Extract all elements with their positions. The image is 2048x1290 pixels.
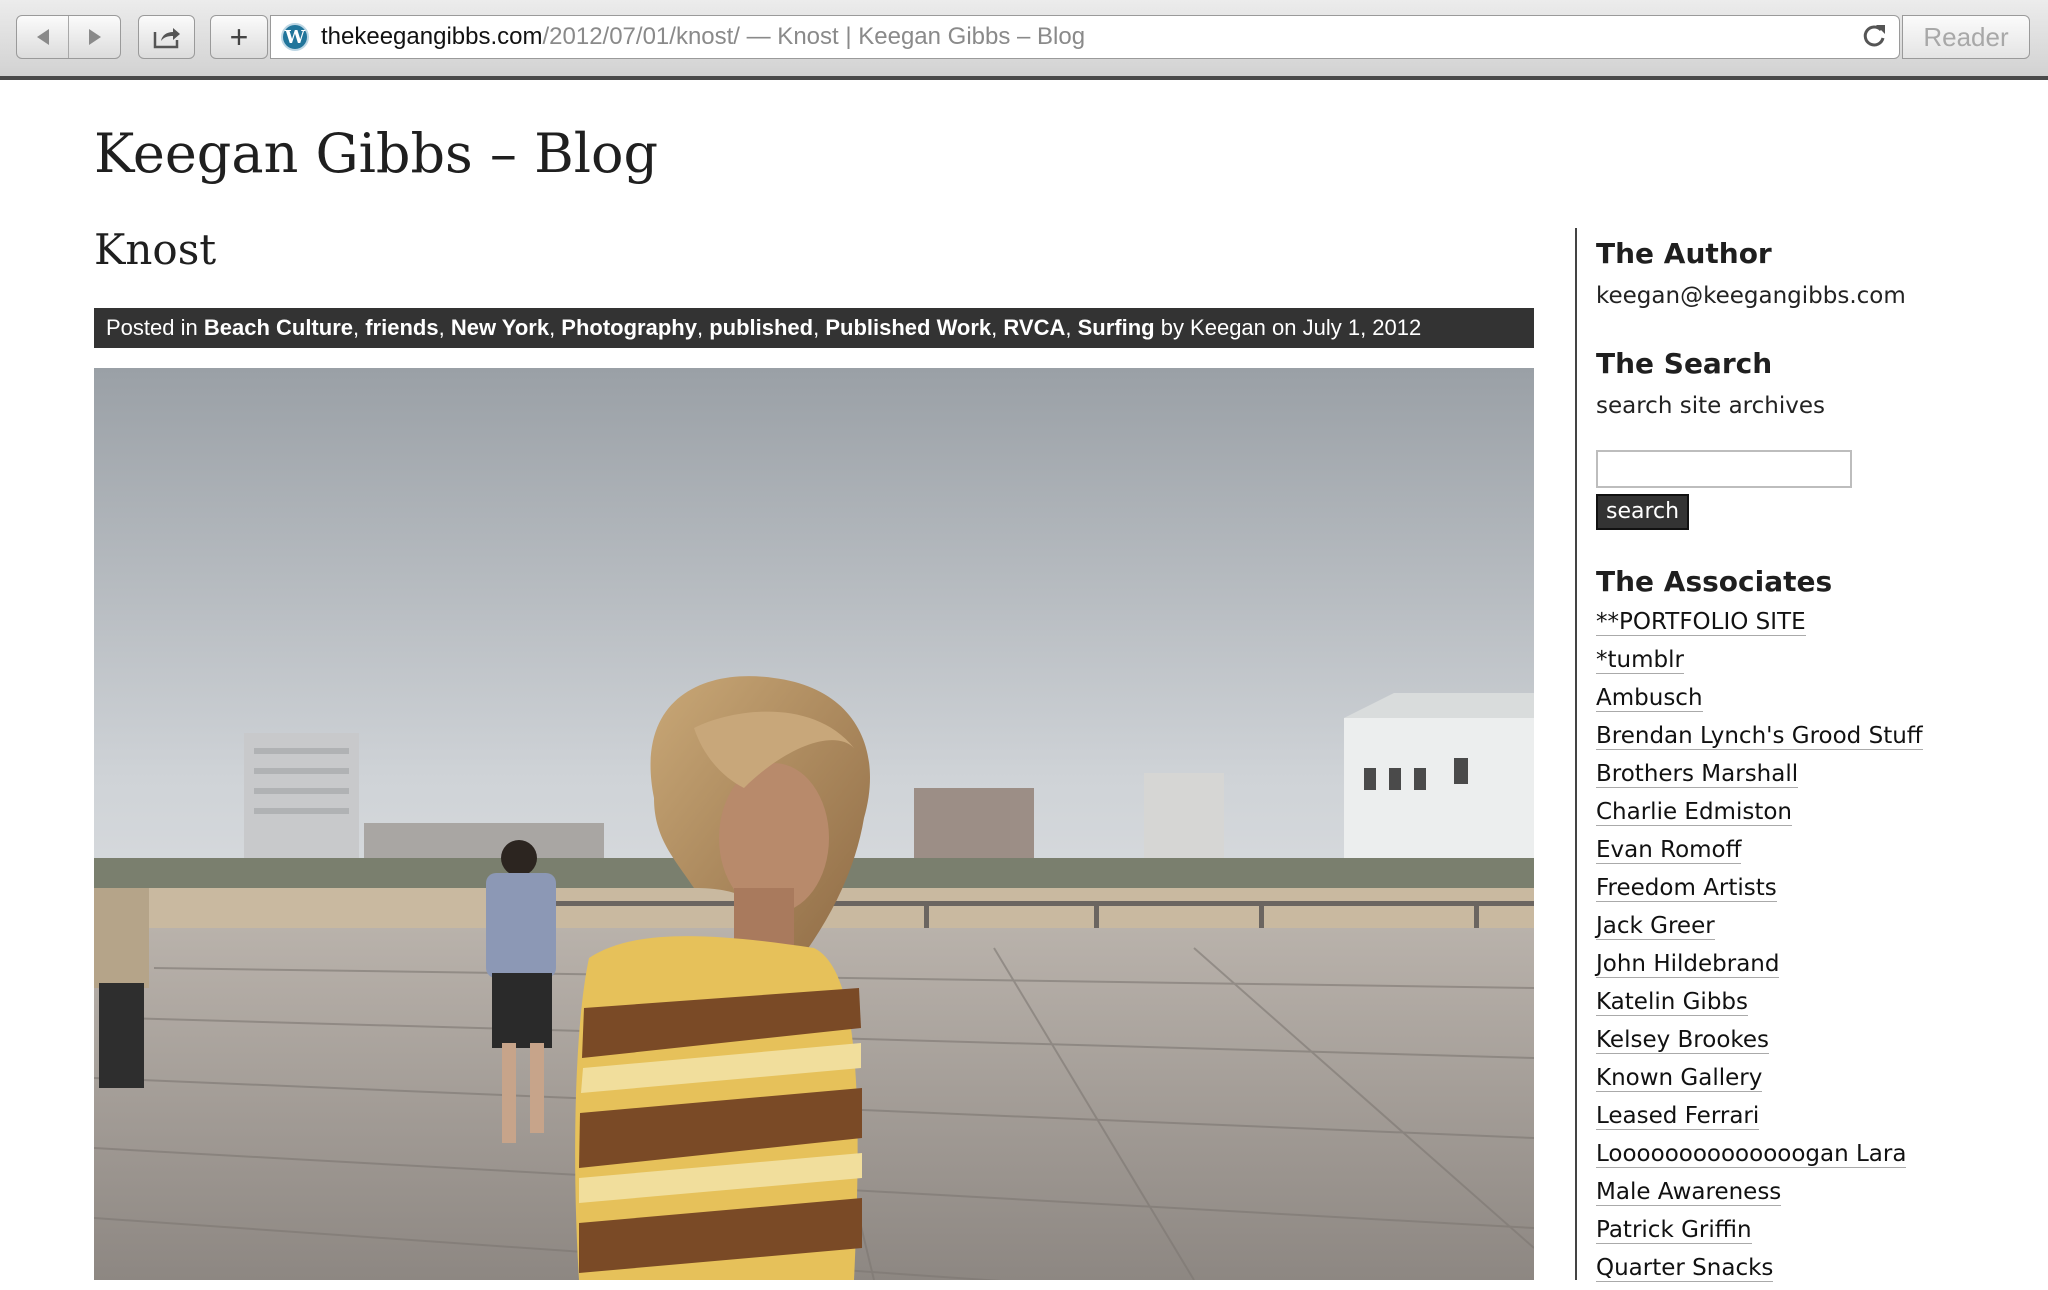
forward-arrow-icon <box>88 29 101 45</box>
list-item: John Hildebrand <box>1596 948 2016 986</box>
meta-author-date: by Keegan on July 1, 2012 <box>1154 315 1422 340</box>
associate-link[interactable]: Freedom Artists <box>1596 875 1777 902</box>
share-button[interactable] <box>138 15 195 59</box>
associate-link[interactable]: Katelin Gibbs <box>1596 989 1749 1016</box>
associate-link[interactable]: Leased Ferrari <box>1596 1103 1760 1130</box>
category-link[interactable]: Published Work <box>825 315 991 340</box>
associate-link[interactable]: Brendan Lynch's Grood Stuff <box>1596 723 1923 750</box>
list-item: Evan Romoff <box>1596 834 2016 872</box>
search-description: search site archives <box>1596 393 1825 419</box>
meta-prefix: Posted in <box>106 315 204 340</box>
back-arrow-icon <box>36 29 49 45</box>
associate-link[interactable]: Known Gallery <box>1596 1065 1763 1092</box>
plus-icon: + <box>229 19 249 55</box>
list-item: Known Gallery <box>1596 1062 2016 1100</box>
associates-widget-title: The Associates <box>1596 565 1833 598</box>
address-bar[interactable]: W thekeegangibbs.com/2012/07/01/knost/ —… <box>270 15 1900 59</box>
post-meta: Posted in Beach Culture, friends, New Yo… <box>94 308 1534 348</box>
nav-buttons <box>16 15 121 59</box>
author-email: keegan@keegangibbs.com <box>1596 283 1906 309</box>
associate-link[interactable]: Male Awareness <box>1596 1179 1782 1206</box>
search-button[interactable]: search <box>1596 494 1690 530</box>
associate-link[interactable]: Jack Greer <box>1596 913 1715 940</box>
search-widget-title: The Search <box>1596 347 1773 380</box>
url-text: thekeegangibbs.com/2012/07/01/knost/ — K… <box>321 16 1085 58</box>
url-host: thekeegangibbs.com <box>321 23 543 50</box>
reload-icon-glyph <box>1863 25 1885 47</box>
list-item: Katelin Gibbs <box>1596 986 2016 1024</box>
post-photo[interactable] <box>94 368 1534 1280</box>
category-link[interactable]: Photography <box>561 315 697 340</box>
associate-link[interactable]: Loooooooooooooogan Lara <box>1596 1141 1907 1168</box>
list-item: Charlie Edmiston <box>1596 796 2016 834</box>
post-title[interactable]: Knost <box>94 225 216 274</box>
wordpress-favicon-icon: W <box>281 23 309 51</box>
associate-link[interactable]: **PORTFOLIO SITE <box>1596 609 1806 636</box>
associate-link[interactable]: Ambusch <box>1596 685 1703 712</box>
browser-toolbar: + W thekeegangibbs.com/2012/07/01/knost/… <box>0 0 2048 80</box>
list-item: **PORTFOLIO SITE <box>1596 606 2016 644</box>
associate-link[interactable]: Evan Romoff <box>1596 837 1742 864</box>
category-link[interactable]: RVCA <box>1003 315 1065 340</box>
list-item: Leased Ferrari <box>1596 1100 2016 1138</box>
associate-link[interactable]: Quarter Snacks <box>1596 1255 1774 1282</box>
category-link[interactable]: New York <box>451 315 549 340</box>
url-page-title: — Knost | Keegan Gibbs – Blog <box>739 23 1086 50</box>
list-item: Brendan Lynch's Grood Stuff <box>1596 720 2016 758</box>
author-widget-title: The Author <box>1596 237 1772 270</box>
list-item: Ambusch <box>1596 682 2016 720</box>
list-item: Male Awareness <box>1596 1176 2016 1214</box>
list-item: Loooooooooooooogan Lara <box>1596 1138 2016 1176</box>
list-item: Quarter Snacks <box>1596 1252 2016 1290</box>
associate-link[interactable]: Charlie Edmiston <box>1596 799 1793 826</box>
search-input[interactable] <box>1596 450 1852 488</box>
new-tab-button[interactable]: + <box>210 15 268 59</box>
site-title[interactable]: Keegan Gibbs – Blog <box>94 122 658 185</box>
back-button[interactable] <box>17 16 68 58</box>
category-link[interactable]: published <box>709 315 813 340</box>
forward-button[interactable] <box>68 16 120 58</box>
category-link[interactable]: Beach Culture <box>204 315 353 340</box>
list-item: Jack Greer <box>1596 910 2016 948</box>
list-item: Brothers Marshall <box>1596 758 2016 796</box>
list-item: *tumblr <box>1596 644 2016 682</box>
list-item: Patrick Griffin <box>1596 1214 2016 1252</box>
associate-link[interactable]: John Hildebrand <box>1596 951 1780 978</box>
associate-link[interactable]: Brothers Marshall <box>1596 761 1799 788</box>
url-path: /2012/07/01/knost/ <box>542 23 740 50</box>
reload-icon[interactable] <box>1859 22 1889 52</box>
sidebar-divider <box>1575 228 1577 1280</box>
associate-link[interactable]: Kelsey Brookes <box>1596 1027 1770 1054</box>
share-icon <box>153 28 180 49</box>
list-item: Freedom Artists <box>1596 872 2016 910</box>
associates-list: **PORTFOLIO SITE *tumblr Ambusch Brendan… <box>1596 606 2016 1290</box>
associate-link[interactable]: *tumblr <box>1596 647 1684 674</box>
boardwalk-photo-image <box>94 368 1534 1280</box>
reader-button[interactable]: Reader <box>1902 15 2030 59</box>
associate-link[interactable]: Patrick Griffin <box>1596 1217 1752 1244</box>
category-link[interactable]: friends <box>365 315 438 340</box>
category-link[interactable]: Surfing <box>1078 315 1155 340</box>
sidebar: The Author keegan@keegangibbs.com The Se… <box>1596 230 2016 1290</box>
list-item: Kelsey Brookes <box>1596 1024 2016 1062</box>
